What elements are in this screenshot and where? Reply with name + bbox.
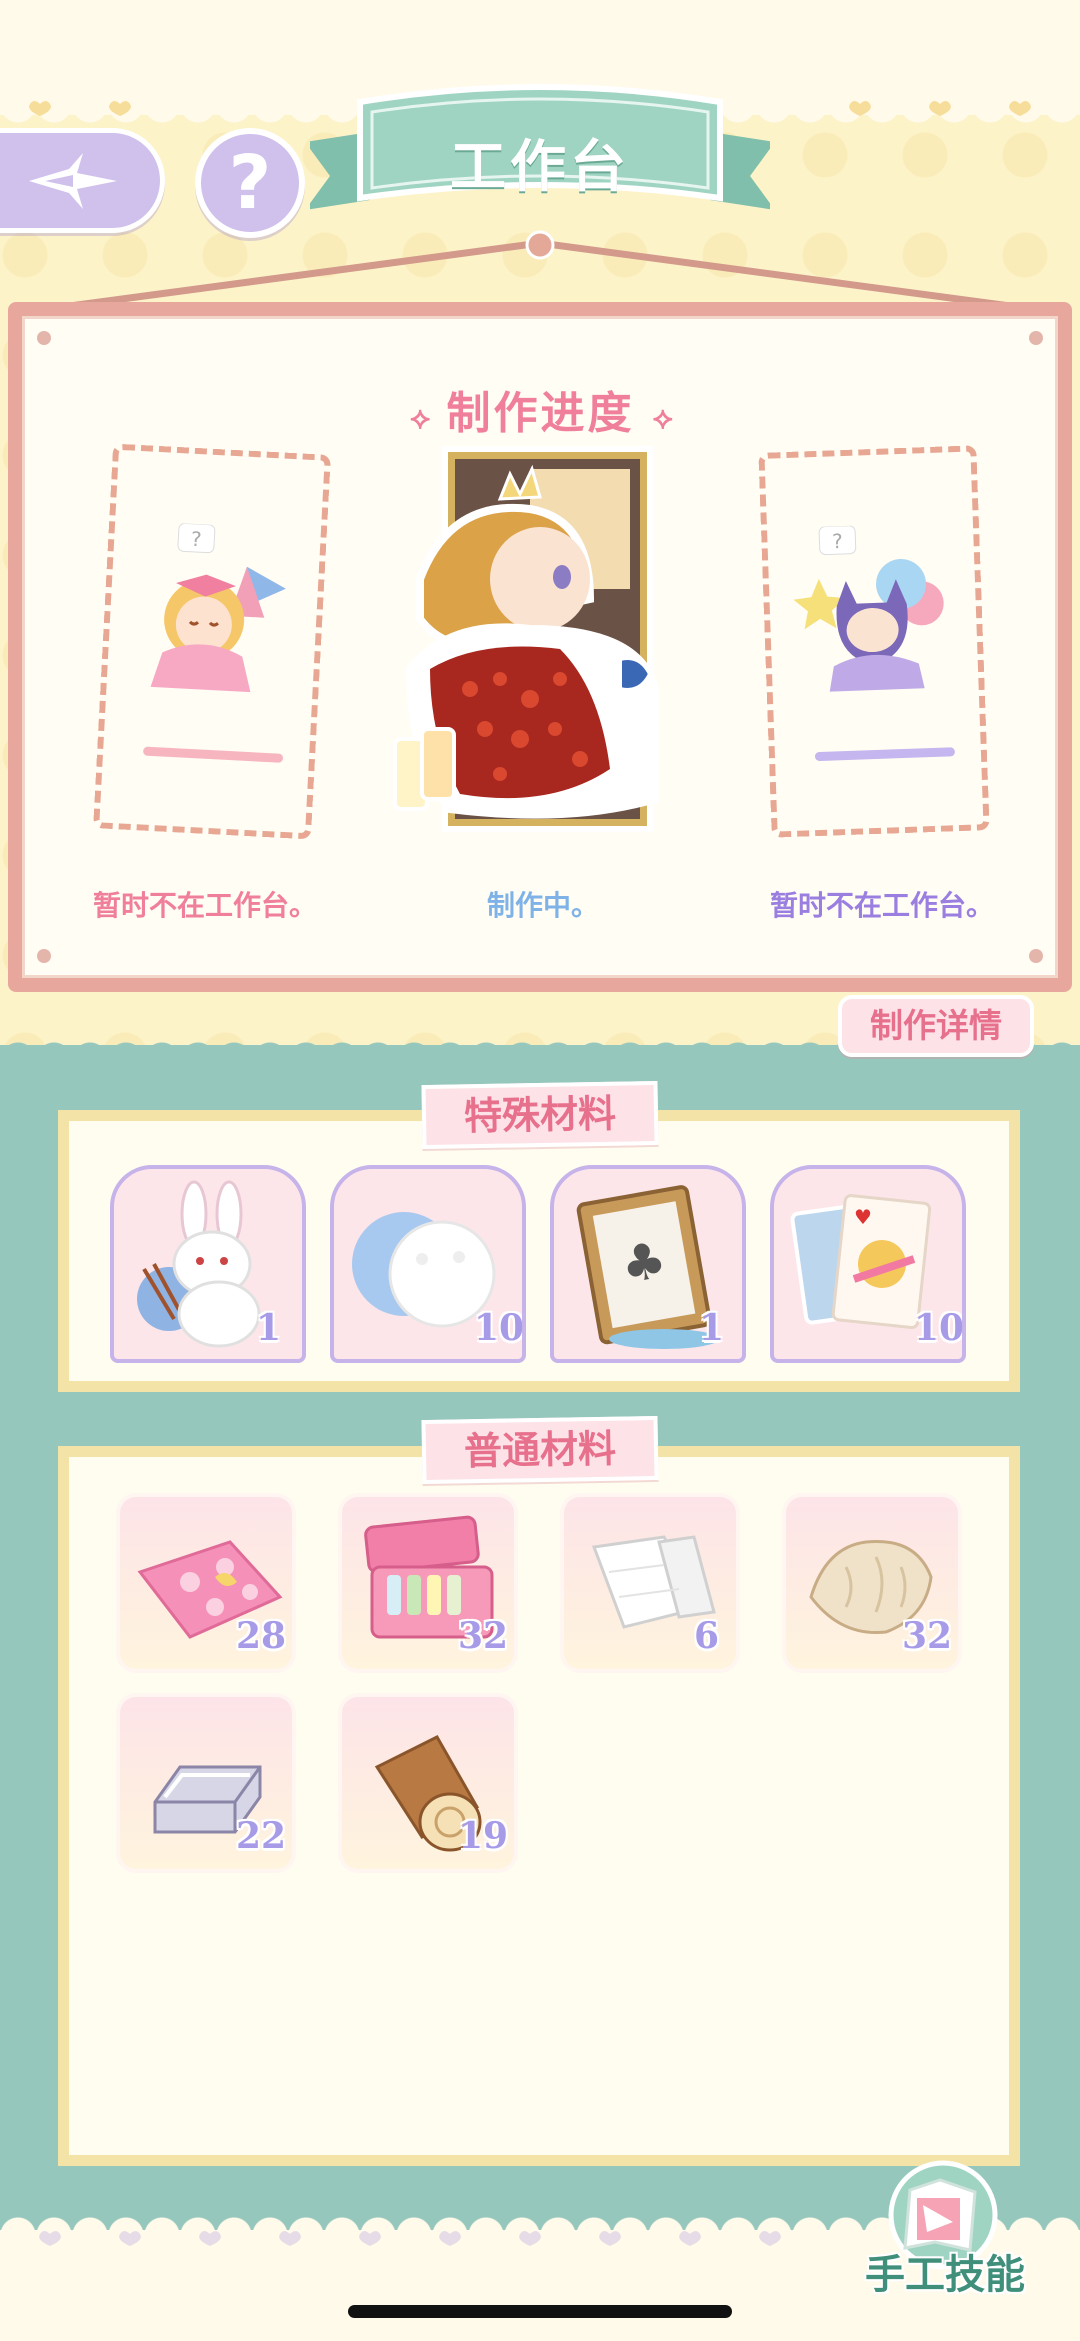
item-count: 10 (474, 1307, 525, 1349)
corner-dot (37, 949, 51, 963)
slot-status-2: 制作中。 (486, 889, 599, 922)
sparkle-icon: ⟡ (652, 401, 676, 436)
item-count: 19 (458, 1815, 509, 1857)
slot-status-3: 暂时不在工作台。 (769, 889, 994, 922)
item-count: 28 (236, 1615, 287, 1657)
skill-label: 手工技能 (865, 2252, 1025, 2298)
common-materials-title: 普通材料 (421, 1415, 659, 1485)
item-count: 1 (699, 1307, 725, 1349)
common-material-item[interactable]: 32 (342, 1497, 514, 1669)
svg-text:?: ? (190, 527, 202, 552)
help-icon: ? (228, 140, 272, 226)
special-material-item[interactable]: ♥ 10 (770, 1165, 966, 1363)
progress-title: ⟡ 制作进度 ⟡ (410, 388, 676, 439)
slot-progress-bar (142, 746, 284, 763)
handcraft-skill-button[interactable]: 手工技能 (845, 2150, 1045, 2300)
crafting-progress-board: ⟡ 制作进度 ⟡ ? ? 暂时不在工作台。 制作中。 暂时不在工作台。 (8, 302, 1072, 992)
common-material-item[interactable]: 6 (564, 1497, 736, 1669)
craft-details-button[interactable]: 制作详情 (838, 995, 1034, 1057)
common-material-item[interactable]: 19 (342, 1697, 514, 1869)
home-indicator[interactable] (348, 2305, 732, 2318)
page-title: 工作台 (450, 135, 630, 200)
item-count: 6 (694, 1615, 720, 1657)
special-material-item[interactable]: ♣ 1 (550, 1165, 746, 1363)
craft-slot-1[interactable]: ? (93, 443, 331, 840)
crafting-character-card[interactable] (390, 439, 680, 839)
sparkle-icon: ⟡ (410, 401, 447, 436)
svg-text:?: ? (832, 529, 843, 553)
craft-slot-3[interactable]: ? (758, 445, 990, 838)
back-arrow-icon (28, 152, 117, 209)
help-button[interactable]: ? (195, 128, 305, 238)
common-material-item[interactable]: 28 (120, 1497, 292, 1669)
svg-text:♥: ♥ (854, 1205, 872, 1229)
title-banner: 工作台 (310, 80, 770, 230)
special-materials-title: 特殊材料 (421, 1080, 659, 1150)
doll-purple-icon: ? (793, 525, 944, 692)
corner-dot (1029, 331, 1043, 345)
item-count: 1 (256, 1307, 282, 1349)
slot-progress-bar (814, 747, 956, 762)
special-material-item[interactable]: 1 (110, 1165, 306, 1363)
special-material-item[interactable]: 10 (330, 1165, 526, 1363)
back-button[interactable] (0, 128, 165, 233)
corner-dot (37, 331, 51, 345)
doll-pink-icon: ? (150, 522, 286, 693)
corner-dot (1029, 949, 1043, 963)
common-material-item[interactable]: 32 (786, 1497, 958, 1669)
item-count: 10 (914, 1307, 965, 1349)
item-count: 22 (236, 1815, 287, 1857)
item-count: 32 (902, 1615, 953, 1657)
common-material-item[interactable]: 22 (120, 1697, 292, 1869)
slot-status-1: 暂时不在工作台。 (92, 889, 317, 922)
item-count: 32 (458, 1615, 509, 1657)
